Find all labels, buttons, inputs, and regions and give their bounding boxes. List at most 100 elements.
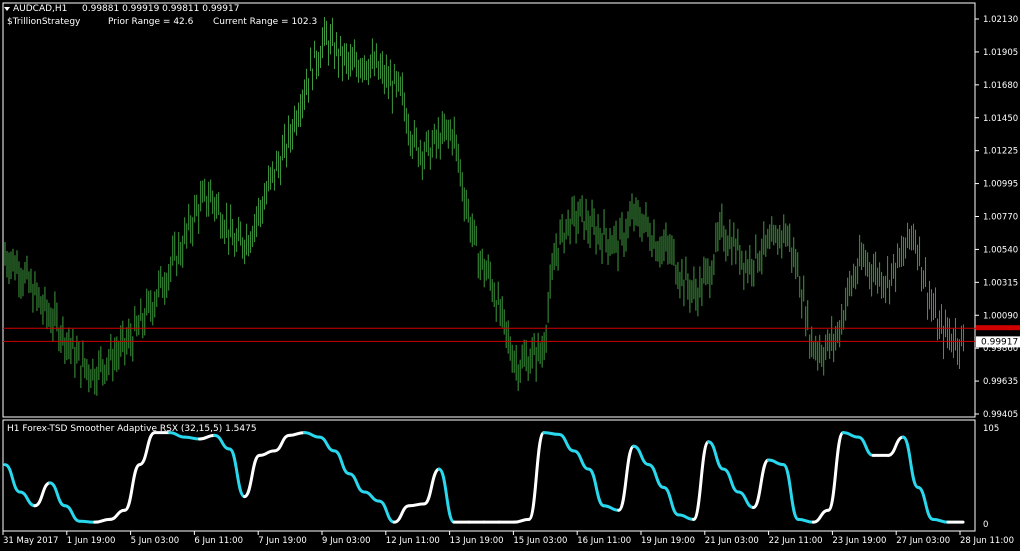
prior-range: Prior Range = 42.6	[108, 17, 194, 27]
rsx-segment	[108, 508, 127, 521]
rsx-segment	[3, 463, 22, 494]
price-tick-label: 1.01225	[983, 147, 1018, 157]
rsx-segment	[811, 508, 830, 524]
chart-canvas[interactable]: 1.02130 1.01905 1.01680 1.01450 1.01225 1.009…	[0, 0, 1020, 551]
price-tick-label: 1.00315	[983, 278, 1018, 288]
rsx-segment	[901, 435, 920, 489]
time-tick-label: 22 Jun 11:00	[769, 536, 823, 546]
rsx-segment	[572, 449, 591, 471]
rsx-segment	[213, 433, 232, 451]
rsx-segment	[332, 449, 351, 476]
rsx-segment	[781, 463, 800, 521]
rsx-segment	[751, 458, 770, 510]
rsx-segment	[287, 431, 306, 437]
indicator-name: $TrillionStrategy	[7, 17, 81, 27]
rsx-segment	[856, 435, 875, 457]
price-bars	[4, 16, 964, 396]
rsx-segment	[317, 435, 336, 453]
price-tick-label: 1.01905	[983, 48, 1018, 58]
rsx-segment	[347, 472, 366, 494]
time-tick-label: 7 Jun 19:00	[258, 536, 307, 546]
rsx-segment	[692, 440, 711, 521]
rsx-segment	[407, 502, 426, 508]
price-tick-label: 1.00540	[983, 245, 1018, 255]
rsx-segment	[602, 504, 621, 512]
rsx-segment	[647, 463, 666, 489]
indicator-title: H1 Forex-TSD Smoother Adaptive RSX (32,1…	[7, 424, 257, 434]
price-tick-label: 1.01450	[983, 114, 1018, 124]
rsx-segment	[931, 517, 950, 524]
rsx-segment	[198, 433, 217, 441]
time-tick-label: 13 Jun 19:00	[450, 536, 504, 546]
current-price-label: 0.99917	[981, 337, 1018, 347]
rsx-segment	[886, 435, 905, 457]
symbol-label: AUDCAD,H1	[13, 4, 68, 14]
rsx-segment	[257, 449, 276, 457]
rsx-segment	[48, 481, 67, 508]
rsx-segment	[437, 467, 456, 524]
rsx-segment	[662, 485, 681, 517]
rsx-segment	[138, 431, 157, 467]
rsx-segment	[18, 490, 37, 508]
time-tick-label: 9 Jun 03:00	[322, 536, 371, 546]
rsx-segment	[587, 467, 606, 508]
rsx-segment	[916, 485, 935, 521]
time-tick-label: 31 May 2017	[3, 536, 58, 546]
red-line-tag	[976, 325, 1020, 331]
time-tick-label: 23 Jun 19:00	[832, 536, 886, 546]
time-tick-label: 21 Jun 03:00	[705, 536, 759, 546]
rsx-segment	[841, 431, 860, 439]
price-tick-label: 1.00770	[983, 213, 1018, 223]
rsx-segment	[677, 513, 696, 521]
rsx-segment	[302, 431, 321, 439]
price-tick-label: 0.99635	[983, 377, 1018, 387]
price-tick-label: 0.99405	[983, 410, 1018, 420]
time-tick-label: 12 Jun 11:00	[386, 536, 440, 546]
price-tick-label: 1.01680	[983, 81, 1018, 91]
symbol-dropdown-icon[interactable]	[4, 7, 10, 11]
time-tick-label: 15 Jun 03:00	[513, 536, 567, 546]
rsx-segment	[78, 519, 97, 524]
time-tick-label: 5 Jun 03:00	[131, 536, 180, 546]
ohlc-values: 0.99881 0.99919 0.99811 0.99917	[82, 4, 240, 14]
rsx-segment	[617, 444, 636, 512]
time-tick-label: 6 Jun 11:00	[194, 536, 243, 546]
rsx-segment	[632, 444, 651, 467]
indicator-scale: 105 0	[983, 424, 999, 530]
price-tick-label: 1.00090	[983, 311, 1018, 321]
rsx-segment	[736, 490, 755, 510]
rsx-indicator-line	[3, 431, 965, 524]
rsx-segment	[272, 433, 291, 453]
price-tick-label: 1.02130	[983, 15, 1018, 25]
rsx-segment	[707, 440, 725, 471]
time-tick-label: 27 Jun 03:00	[896, 536, 950, 546]
rsx-segment	[93, 517, 112, 524]
rsx-segment	[33, 481, 52, 508]
rsx-segment	[392, 504, 411, 524]
rsx-segment	[123, 463, 142, 512]
current-range: Current Range = 102.3	[213, 17, 318, 27]
indicator-window-frame	[2, 419, 976, 532]
rsx-segment	[826, 431, 845, 512]
indicator-scale-label: 0	[983, 520, 988, 530]
rsx-segment	[228, 447, 246, 499]
rsx-segment	[63, 504, 82, 523]
rsx-segment	[557, 432, 576, 453]
rsx-segment	[183, 435, 202, 441]
time-tick-label: 19 Jun 19:00	[641, 536, 695, 546]
rsx-segment	[722, 467, 740, 494]
indicator-scale-label: 105	[983, 424, 999, 434]
time-tick-label: 1 Jun 19:00	[67, 536, 116, 546]
rsx-segment	[377, 499, 396, 524]
time-tick-label: 28 Jun 11:00	[960, 536, 1014, 546]
rsx-segment	[542, 431, 561, 436]
rsx-segment	[766, 458, 785, 467]
rsx-segment	[512, 517, 531, 524]
rsx-segment	[422, 467, 441, 506]
rsx-segment	[796, 517, 815, 524]
rsx-segment	[243, 453, 261, 499]
price-scale: 1.02130 1.01905 1.01680 1.01450 1.01225 1.009…	[975, 15, 1018, 420]
rsx-segment	[527, 431, 546, 521]
price-tick-label: 1.00995	[983, 180, 1018, 190]
time-tick-label: 16 Jun 11:00	[577, 536, 631, 546]
